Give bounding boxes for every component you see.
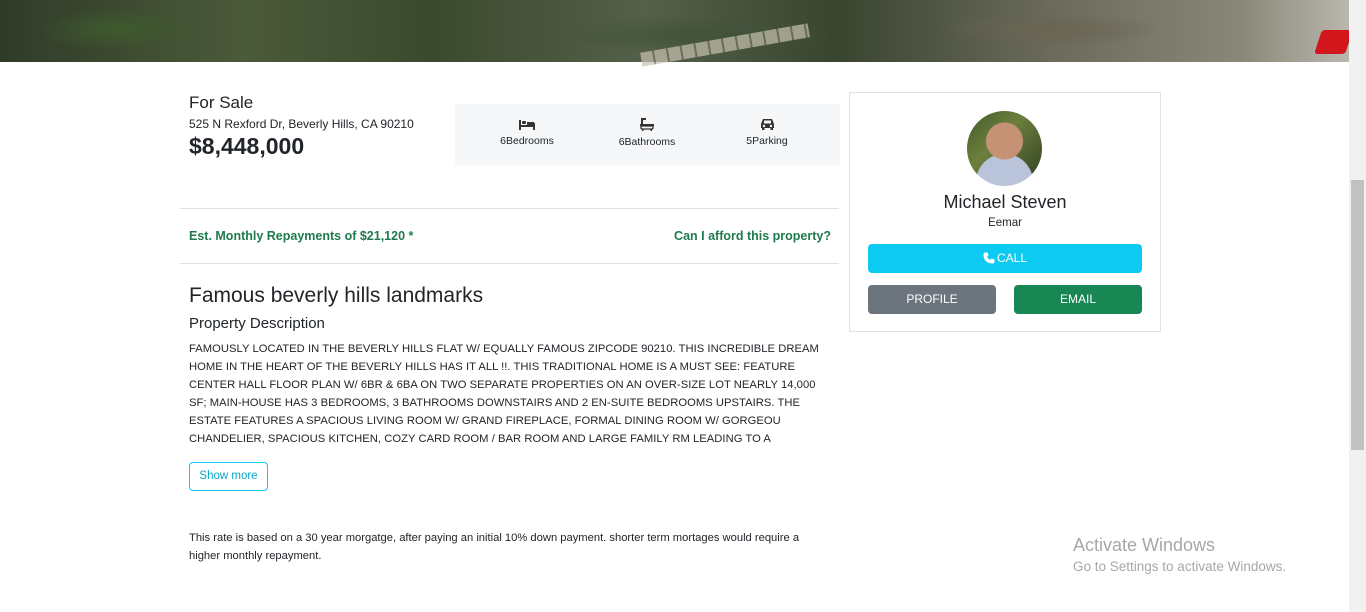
rate-disclaimer: This rate is based on a 30 year morgatge… [189,532,800,562]
bath-icon [640,118,654,131]
property-title: Famous beverly hills landmarks [189,284,484,307]
call-button[interactable]: CALL [868,244,1142,273]
email-button[interactable]: EMAIL [1014,285,1142,314]
profile-button[interactable]: PROFILE [868,285,996,314]
show-more-button[interactable]: Show more [189,462,268,491]
phone-icon [983,252,995,264]
agent-avatar [967,111,1042,186]
agent-company: Eemar [988,217,1022,229]
monthly-repayment-estimate: Est. Monthly Repayments of $21,120 * [189,229,414,243]
listing-price: $8,448,000 [189,133,305,159]
feature-label: 6Bathrooms [618,136,676,148]
watermark-subtitle: Go to Settings to activate Windows. [1073,559,1287,574]
listing-status: For Sale [189,93,254,112]
car-icon [760,119,774,130]
property-description-text: FAMOUSLY LOCATED IN THE BEVERLY HILLS FL… [189,343,819,445]
feature-label: 5Parking [746,135,788,147]
agent-name: Michael Steven [943,192,1067,212]
features-panel: 6Bedrooms 6Bathrooms 5Parking [455,104,840,165]
afford-property-link[interactable]: Can I afford this property? [674,229,831,243]
agent-card: Michael Steven Eemar CALL PROFILE EMAIL [849,92,1161,332]
call-button-label: CALL [996,251,1028,265]
divider [180,208,839,209]
feature-bathrooms: 6Bathrooms [592,118,702,148]
feature-bedrooms: 6Bedrooms [472,118,582,147]
windows-activation-watermark: Activate Windows Go to Settings to activ… [1073,535,1286,574]
bed-icon [519,120,535,130]
watermark-title: Activate Windows [1073,535,1216,555]
property-description-heading: Property Description [189,315,325,332]
page-scrollbar-thumb[interactable] [1351,180,1364,450]
feature-label: 6Bedrooms [500,135,554,147]
feature-parking: 5Parking [712,118,822,147]
divider [180,263,839,264]
listing-address: 525 N Rexford Dr, Beverly Hills, CA 9021… [189,117,414,131]
